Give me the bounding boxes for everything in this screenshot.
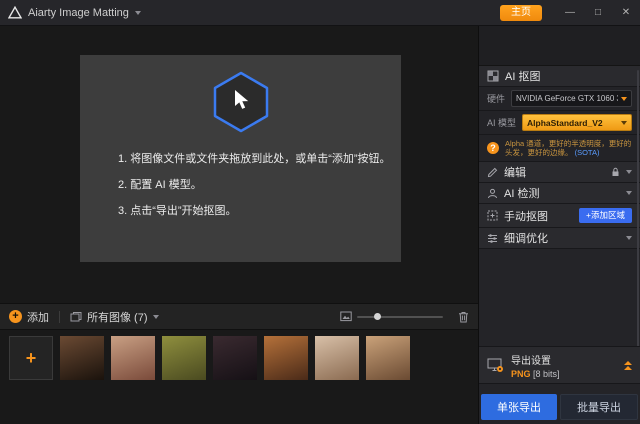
export-settings-title: 导出设置	[511, 355, 551, 367]
hardware-value: NVIDIA GeForce GTX 1060 3GB	[516, 94, 618, 103]
thumbnail[interactable]	[213, 336, 257, 380]
hexagon-cursor-icon	[80, 55, 401, 134]
close-button[interactable]: ✕	[612, 0, 640, 26]
app-window: Aiarty Image Matting 主页 — □ ✕ 1. 将图像文件或文…	[0, 0, 640, 424]
all-images-selector[interactable]: 所有图像 (7)	[70, 309, 159, 325]
app-logo-icon	[8, 6, 22, 19]
toolbar-divider	[59, 310, 60, 323]
section-refine[interactable]: 细调优化	[479, 228, 640, 249]
sidebar-scrollbar[interactable]	[637, 70, 639, 360]
section-edit[interactable]: 编辑	[479, 162, 640, 183]
ai-matting-title: AI 抠图	[505, 71, 541, 83]
ai-detect-title: AI 检测	[504, 188, 540, 200]
section-ai-matting[interactable]: AI 抠图	[479, 66, 640, 87]
add-button[interactable]: + 添加	[9, 309, 49, 325]
sidebar-top-panel	[479, 26, 640, 66]
hardware-row: 硬件 NVIDIA GeForce GTX 1060 3GB	[479, 87, 640, 111]
drop-instructions: 1. 将图像文件或文件夹拖放到此处，或单击“添加”按钮。 2. 配置 AI 模型…	[80, 146, 401, 224]
manual-region-icon	[487, 210, 498, 221]
chevron-down-icon	[626, 170, 632, 174]
double-chevron-up-icon[interactable]	[624, 360, 632, 370]
export-buttons: 单张导出 批量导出	[481, 394, 638, 420]
model-value: AlphaStandard_V2	[527, 117, 603, 128]
add-label: 添加	[27, 311, 49, 324]
chevron-down-icon	[621, 120, 627, 125]
export-settings[interactable]: 导出设置 PNG [8 bits]	[479, 346, 640, 384]
single-export-button[interactable]: 单张导出	[481, 394, 557, 420]
chevron-down-icon	[621, 96, 627, 101]
lock-icon	[611, 167, 620, 177]
refine-icon	[487, 233, 498, 244]
model-help-row: ? Alpha 通道，更好的半透明度，更好的头发，更好的边缘。 (SOTA)	[479, 135, 640, 162]
chevron-down-icon	[134, 10, 141, 15]
edit-icon	[487, 167, 498, 178]
detect-icon	[487, 188, 498, 199]
hardware-label: 硬件	[487, 94, 506, 104]
maximize-button[interactable]: □	[584, 0, 612, 26]
all-images-label: 所有图像 (7)	[87, 311, 148, 324]
section-manual-matting[interactable]: 手动抠图 +添加区域	[479, 204, 640, 228]
titlebar: Aiarty Image Matting 主页 — □ ✕	[0, 0, 640, 26]
model-dropdown[interactable]: AlphaStandard_V2	[522, 114, 632, 131]
chevron-down-icon	[152, 314, 159, 319]
home-button[interactable]: 主页	[500, 4, 542, 21]
model-label: AI 模型	[487, 118, 517, 128]
format-value: PNG	[511, 368, 531, 379]
chevron-down-icon	[626, 236, 632, 240]
model-description: Alpha 通道，更好的半透明度，更好的头发，更好的边缘。 (SOTA)	[505, 138, 632, 158]
bits-value: [8 bits]	[533, 368, 560, 379]
thumbnail-strip: +	[0, 330, 478, 386]
zoom-slider[interactable]	[357, 312, 443, 320]
help-icon[interactable]: ?	[487, 142, 499, 154]
sidebar: AI 抠图 硬件 NVIDIA GeForce GTX 1060 3GB AI …	[478, 26, 640, 424]
thumbnail-size-icon	[340, 311, 352, 322]
ai-matting-icon	[487, 70, 499, 82]
sota-tag: (SOTA)	[574, 148, 600, 157]
zoom-slider-handle[interactable]	[374, 312, 381, 320]
edit-title: 编辑	[504, 167, 526, 179]
export-format: PNG [8 bits]	[511, 369, 560, 379]
plus-circle-icon: +	[9, 310, 22, 323]
drop-zone[interactable]: 1. 将图像文件或文件夹拖放到此处，或单击“添加”按钮。 2. 配置 AI 模型…	[80, 55, 401, 262]
thumbnail[interactable]	[315, 336, 359, 380]
canvas-area: 1. 将图像文件或文件夹拖放到此处，或单击“添加”按钮。 2. 配置 AI 模型…	[0, 26, 478, 303]
hardware-dropdown[interactable]: NVIDIA GeForce GTX 1060 3GB	[511, 90, 632, 107]
thumbnail[interactable]	[60, 336, 104, 380]
section-ai-detect[interactable]: AI 检测	[479, 183, 640, 204]
thumbnail[interactable]	[264, 336, 308, 380]
minimize-button[interactable]: —	[556, 0, 584, 26]
export-settings-icon	[487, 358, 504, 373]
thumbnail[interactable]	[366, 336, 410, 380]
chevron-down-icon	[626, 191, 632, 195]
app-title: Aiarty Image Matting	[28, 6, 129, 19]
trash-icon	[458, 311, 469, 323]
instruction-step-3: 3. 点击“导出”开始抠图。	[118, 205, 237, 217]
gallery-icon	[70, 311, 82, 323]
thumbnail[interactable]	[111, 336, 155, 380]
thumbnail[interactable]	[162, 336, 206, 380]
delete-button[interactable]	[458, 311, 469, 323]
manual-matting-title: 手动抠图	[504, 210, 548, 223]
app-menu[interactable]: Aiarty Image Matting	[8, 6, 141, 19]
model-row: AI 模型 AlphaStandard_V2	[479, 111, 640, 135]
batch-export-button[interactable]: 批量导出	[560, 394, 638, 420]
instruction-step-1: 1. 将图像文件或文件夹拖放到此处，或单击“添加”按钮。	[118, 153, 391, 165]
instruction-step-2: 2. 配置 AI 模型。	[118, 179, 202, 191]
add-region-button[interactable]: +添加区域	[579, 208, 632, 223]
bottom-toolbar: + 添加 所有图像 (7)	[0, 303, 478, 330]
refine-title: 细调优化	[504, 233, 548, 245]
add-image-tile[interactable]: +	[9, 336, 53, 380]
